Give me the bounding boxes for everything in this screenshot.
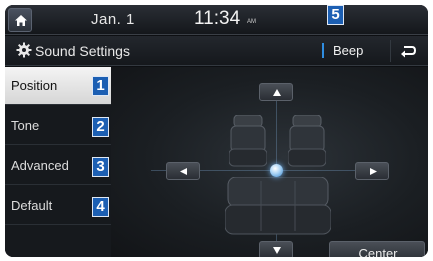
beep-button[interactable]: Beep [322,40,378,62]
sound-focus-marker[interactable] [270,164,283,177]
move-up-button[interactable] [259,83,293,101]
back-button[interactable] [390,40,422,62]
page-title: Sound Settings [35,43,130,59]
center-button-label: Center [358,246,398,257]
callout-badge-5: 5 [327,5,344,25]
move-right-button[interactable] [355,162,389,180]
arrow-up-icon [273,89,281,96]
status-bar: Jan. 1 11:34 AM [5,5,428,35]
callout-badge-2: 2 [92,117,109,137]
arrow-left-icon [180,168,187,175]
gear-icon [16,42,32,58]
rear-bench-seat [225,177,331,235]
callout-badge-4: 4 [92,197,109,217]
arrow-right-icon [370,168,377,175]
date-display: Jan. 1 [91,11,135,28]
move-left-button[interactable] [166,162,200,180]
sidebar-item-label: Tone [11,118,40,133]
am-pm-indicator: AM [247,19,256,25]
callout-badge-3: 3 [92,157,109,177]
header-bar: Sound Settings Beep [5,36,428,66]
home-icon [15,15,27,26]
callout-badge-1: 1 [92,76,109,96]
sidebar-item-label: Position [11,78,58,93]
sound-position-panel[interactable]: Center [111,67,428,257]
clock: 11:34 [194,8,241,29]
beep-label: Beep [333,43,364,58]
beep-indicator-bar [322,43,324,58]
sidebar-item-label: Advanced [11,158,69,173]
back-arrow-icon [401,46,416,58]
sound-settings-screen: Jan. 1 11:34 AM Sound Settings Beep 5 Po… [5,5,428,257]
center-button[interactable]: Center [329,241,425,257]
move-down-button[interactable] [259,241,293,257]
home-button[interactable] [8,8,32,32]
arrow-down-icon [273,247,281,254]
front-right-seat [288,115,326,167]
front-left-seat [229,115,267,167]
sidebar-item-label: Default [11,198,53,213]
